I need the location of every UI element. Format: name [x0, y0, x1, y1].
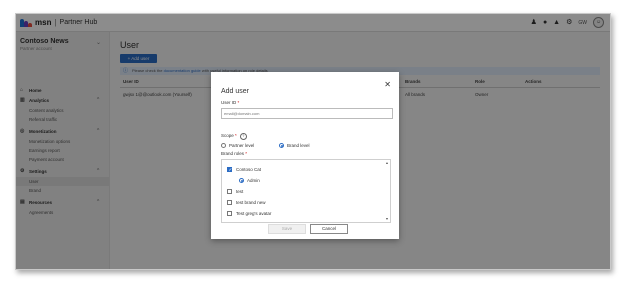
- required-mark: *: [235, 133, 237, 138]
- scroll-up-icon[interactable]: ▲: [385, 161, 389, 165]
- brand-roles-label-text: Brand roles: [221, 151, 245, 156]
- brand-roles-list[interactable]: Contoso Cat Admin test test brand new Te…: [221, 159, 391, 223]
- role-label: Contoso Cat: [236, 167, 262, 172]
- contoso-cat-checkbox[interactable]: [227, 167, 232, 173]
- role-label: test: [236, 189, 244, 194]
- brand-roles-label: Brand roles *: [221, 151, 247, 156]
- scope-options: Partner level Brand level: [221, 142, 391, 150]
- required-mark: *: [237, 100, 240, 105]
- scroll-down-icon[interactable]: ▼: [385, 217, 389, 221]
- userid-label: User ID *: [221, 100, 239, 105]
- userid-input[interactable]: [221, 108, 393, 119]
- save-button[interactable]: Save: [268, 224, 306, 234]
- app-window: msn | Partner Hub ♟ ● ▲ ⚙ GW ☺ Contoso N…: [15, 13, 611, 270]
- add-user-dialog: Add user ✕ User ID * Scope *? Partner le…: [211, 72, 399, 239]
- partner-level-radio[interactable]: [221, 143, 226, 148]
- required-mark: *: [245, 151, 248, 156]
- partner-level-label: Partner level: [229, 143, 255, 148]
- brand-level-label: Brand level: [287, 143, 310, 148]
- role-label: test brand new: [236, 200, 266, 205]
- test-gregs-avatar-checkbox[interactable]: [227, 211, 232, 216]
- admin-radio[interactable]: [239, 178, 244, 183]
- cancel-button[interactable]: Cancel: [310, 224, 348, 234]
- scope-label: Scope *?: [221, 133, 247, 140]
- role-label: Test greg's avatar: [236, 211, 272, 216]
- help-icon[interactable]: ?: [239, 133, 247, 140]
- test-checkbox[interactable]: [227, 189, 232, 194]
- dialog-title: Add user: [221, 88, 250, 95]
- close-icon[interactable]: ✕: [384, 80, 391, 89]
- roles-scrollbar[interactable]: ▲ ▼: [385, 161, 389, 221]
- scope-label-text: Scope: [221, 133, 234, 138]
- userid-label-text: User ID: [221, 100, 237, 105]
- role-label: Admin: [247, 178, 260, 183]
- brand-level-radio[interactable]: [279, 143, 284, 148]
- test-brand-new-checkbox[interactable]: [227, 200, 232, 205]
